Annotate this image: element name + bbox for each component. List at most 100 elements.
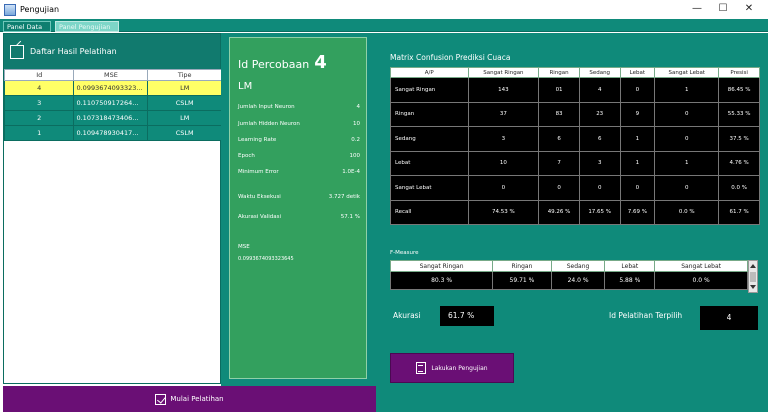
param-row: Learning Rate 0.2	[238, 137, 360, 143]
matrix-cell: 4.76 %	[718, 150, 760, 176]
scroll-up-icon[interactable]	[750, 264, 756, 268]
matrix-cell: 37.5 %	[718, 126, 760, 152]
matrix-cell: 49.26 %	[538, 199, 580, 225]
matrix-cell: 0	[467, 175, 540, 201]
param-row: Akurasi Validasi 57.1 %	[238, 214, 360, 220]
run-test-label: Lakukan Pengujian	[431, 364, 488, 372]
fmeasure-column-header: Sangat Ringan	[389, 260, 494, 272]
matrix-cell: 1	[654, 77, 720, 103]
tab-panel-pengujian[interactable]: Panel Pengujian	[55, 21, 119, 32]
column-header-tipe[interactable]: Tipe	[147, 69, 222, 81]
row-tipe: LM	[147, 80, 222, 96]
param-row: Jumlah Input Neuron 4	[238, 104, 360, 110]
tab-panel-data[interactable]: Panel Data	[3, 21, 51, 32]
matrix-cell: 0	[578, 175, 621, 201]
confusion-matrix-table: A/P Sangat Ringan Ringan Sedang Lebat Sa…	[390, 67, 760, 225]
param-label: Waktu Eksekusi	[238, 194, 281, 200]
matrix-cell: 17.65 %	[578, 199, 621, 225]
experiment-detail-panel: Id Percobaan 4 LM Jumlah Input Neuron 4 …	[229, 37, 367, 379]
param-value: 4	[356, 104, 361, 110]
fmeasure-column-header: Sangat Lebat	[654, 260, 748, 272]
training-history-panel: Daftar Hasil Pelatihan Id MSE Tipe 4 0.0…	[3, 33, 222, 384]
matrix-cell: 37	[467, 101, 540, 127]
row-tipe: CSLM	[147, 95, 222, 111]
param-row: Waktu Eksekusi 3.727 detik	[238, 194, 360, 200]
table-row[interactable]: 1 0.109478930417... CSLM	[3, 125, 222, 141]
param-value: 3.727 detik	[328, 194, 360, 200]
matrix-row: Ringan 37 83 23 9 0 55.33 %	[390, 101, 760, 127]
training-history-title: Daftar Hasil Pelatihan	[30, 47, 117, 56]
fmeasure-cell: 80.3 %	[389, 271, 494, 290]
row-id: 1	[3, 125, 75, 141]
fmeasure-row: 80.3 % 59.71 % 24.0 % 5.88 % 0.0 %	[389, 271, 748, 290]
fmeasure-cell: 0.0 %	[654, 271, 748, 290]
param-row: Minimum Error 1.0E-4	[238, 169, 360, 175]
row-mse: 0.107318473406...	[73, 110, 149, 126]
matrix-cell: 1	[619, 150, 656, 176]
accuracy-label: Akurasi	[393, 311, 421, 320]
fmeasure-title: F-Measure	[390, 250, 419, 256]
confusion-matrix-title: Matrix Confusion Prediksi Cuaca	[390, 53, 511, 62]
row-id: 2	[3, 110, 75, 126]
column-header-mse[interactable]: MSE	[73, 69, 149, 81]
run-test-button[interactable]: Lakukan Pengujian	[390, 353, 514, 383]
param-label: Jumlah Input Neuron	[238, 104, 295, 110]
title-bar: Pengujian — ☐ ✕	[0, 0, 768, 19]
edit-document-icon	[10, 44, 24, 59]
matrix-cell: 61.7 %	[718, 199, 760, 225]
row-id: 3	[3, 95, 75, 111]
param-label: Minimum Error	[238, 169, 279, 175]
matrix-row-label: Ringan	[390, 101, 469, 127]
matrix-cell: 86.45 %	[718, 77, 760, 103]
fmeasure-scrollbar[interactable]	[748, 260, 758, 293]
window-controls: — ☐ ✕	[684, 2, 762, 16]
row-tipe: LM	[147, 110, 222, 126]
app-icon	[4, 3, 16, 16]
matrix-row-label: Sangat Ringan	[390, 77, 469, 103]
training-history-table: Id MSE Tipe 4 0.0993674093323... LM 3 0.…	[3, 69, 222, 141]
mse-label: MSE	[238, 244, 250, 250]
experiment-type: LM	[238, 81, 253, 92]
fmeasure-cell: 59.71 %	[492, 271, 552, 290]
matrix-cell: 01	[538, 77, 580, 103]
scroll-thumb[interactable]	[750, 272, 756, 282]
experiment-id-value: 4	[314, 52, 327, 73]
evaluation-panel: Matrix Confusion Prediksi Cuaca A/P Sang…	[376, 33, 768, 412]
matrix-cell: 23	[578, 101, 621, 127]
row-id: 4	[3, 80, 75, 96]
maximize-button[interactable]: ☐	[710, 2, 736, 16]
matrix-cell: 6	[538, 126, 580, 152]
checkbox-icon	[155, 393, 167, 405]
document-icon	[416, 362, 427, 374]
param-value: 100	[349, 153, 361, 159]
matrix-cell: 3	[467, 126, 540, 152]
row-mse: 0.110750917264...	[73, 95, 149, 111]
minimize-button[interactable]: —	[684, 2, 710, 16]
fmeasure-column-header: Sedang	[550, 260, 606, 272]
close-button[interactable]: ✕	[736, 2, 762, 16]
matrix-cell: 4	[578, 77, 621, 103]
param-row: Epoch 100	[238, 153, 360, 159]
matrix-row-label: Recall	[390, 199, 469, 225]
row-mse: 0.0993674093323...	[73, 80, 149, 96]
matrix-cell: 1	[654, 150, 720, 176]
matrix-cell: 9	[619, 101, 656, 127]
fmeasure-column-header: Ringan	[492, 260, 552, 272]
param-value: 0.2	[351, 137, 360, 143]
scroll-down-icon[interactable]	[750, 285, 756, 289]
table-row[interactable]: 4 0.0993674093323... LM	[3, 80, 222, 96]
experiment-id-label: Id Percobaan	[238, 58, 310, 71]
matrix-cell: 0	[654, 126, 720, 152]
table-row[interactable]: 2 0.107318473406... LM	[3, 110, 222, 126]
start-training-button[interactable]: Mulai Pelatihan	[3, 386, 376, 412]
row-mse: 0.109478930417...	[73, 125, 149, 141]
tab-bar: Panel Data Panel Pengujian	[0, 19, 768, 32]
matrix-row: Lebat 10 7 3 1 1 4.76 %	[390, 150, 760, 176]
matrix-cell: 0.0 %	[654, 199, 720, 225]
column-header-id[interactable]: Id	[3, 69, 75, 81]
matrix-row-label: Lebat	[390, 150, 469, 176]
table-row[interactable]: 3 0.110750917264... CSLM	[3, 95, 222, 111]
param-value: 57.1 %	[340, 214, 360, 220]
accuracy-value: 61.7 %	[440, 306, 494, 326]
matrix-cell: 10	[467, 150, 540, 176]
